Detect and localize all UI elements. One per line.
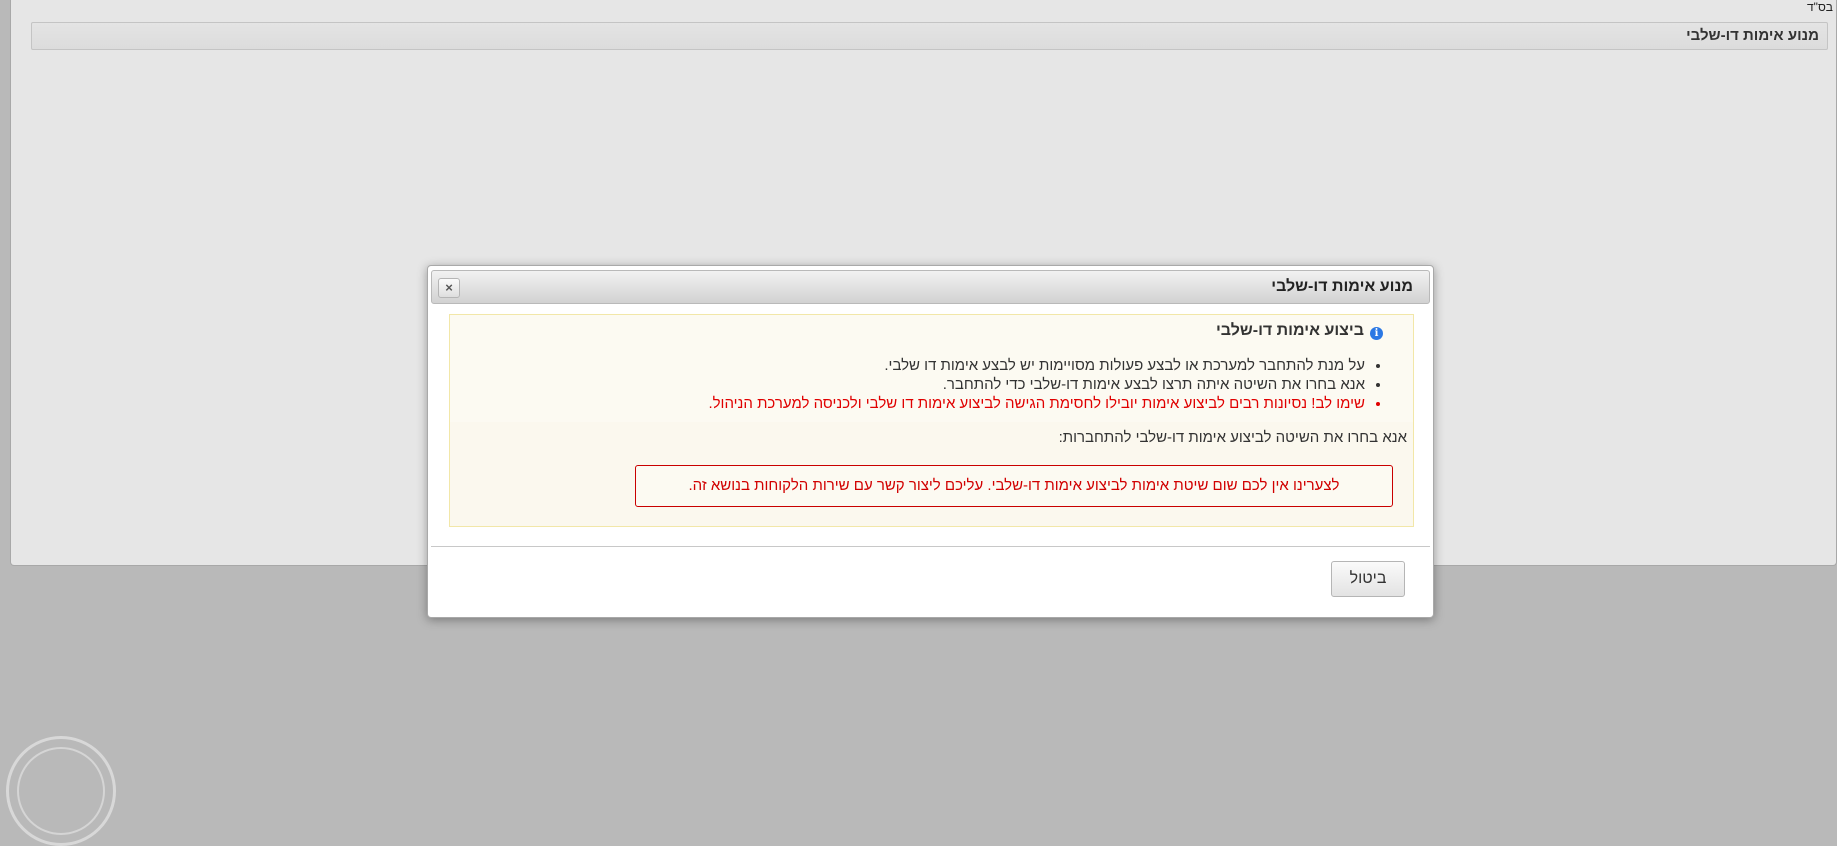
info-icon: i — [1370, 326, 1383, 340]
two-factor-dialog: מנוע אימות דו-שלבי × i ביצוע אימות דו-של… — [427, 265, 1434, 618]
watermark-stamp-inner-ring — [17, 747, 105, 835]
top-corner-text: בס"ד — [1807, 0, 1833, 14]
dialog-divider — [431, 546, 1430, 547]
cancel-button[interactable]: ביטול — [1331, 561, 1405, 597]
info-box: i ביצוע אימות דו-שלבי על מנת להתחבר למער… — [449, 314, 1414, 527]
info-heading: ביצוע אימות דו-שלבי — [1215, 322, 1364, 339]
no-methods-error: לצערינו אין לכם שום שיטת אימות לביצוע אי… — [635, 465, 1393, 507]
info-header: i ביצוע אימות דו-שלבי — [1216, 321, 1383, 341]
page-header: מנוע אימות דו-שלבי — [31, 22, 1828, 50]
note-item: אנא בחרו את השיטה איתה תרצו לבצע אימות ד… — [708, 375, 1365, 394]
method-section: אנא בחרו את השיטה לביצוע אימות דו-שלבי ל… — [450, 422, 1413, 526]
dialog-titlebar: מנוע אימות דו-שלבי × — [431, 270, 1430, 304]
choose-method-label: אנא בחרו את השיטה לביצוע אימות דו-שלבי ל… — [1058, 429, 1407, 446]
close-icon[interactable]: × — [438, 278, 460, 298]
notes-list: על מנת להתחבר למערכת או לבצע פעולות מסוי… — [708, 356, 1383, 413]
page-header-title: מנוע אימות דו-שלבי — [1686, 27, 1819, 44]
dialog-title: מנוע אימות דו-שלבי — [1271, 278, 1413, 295]
warning-note: שימו לב! נסיונות רבים לביצוע אימות יוביל… — [708, 394, 1365, 413]
watermark-stamp — [6, 736, 116, 846]
note-item: על מנת להתחבר למערכת או לבצע פעולות מסוי… — [708, 356, 1365, 375]
